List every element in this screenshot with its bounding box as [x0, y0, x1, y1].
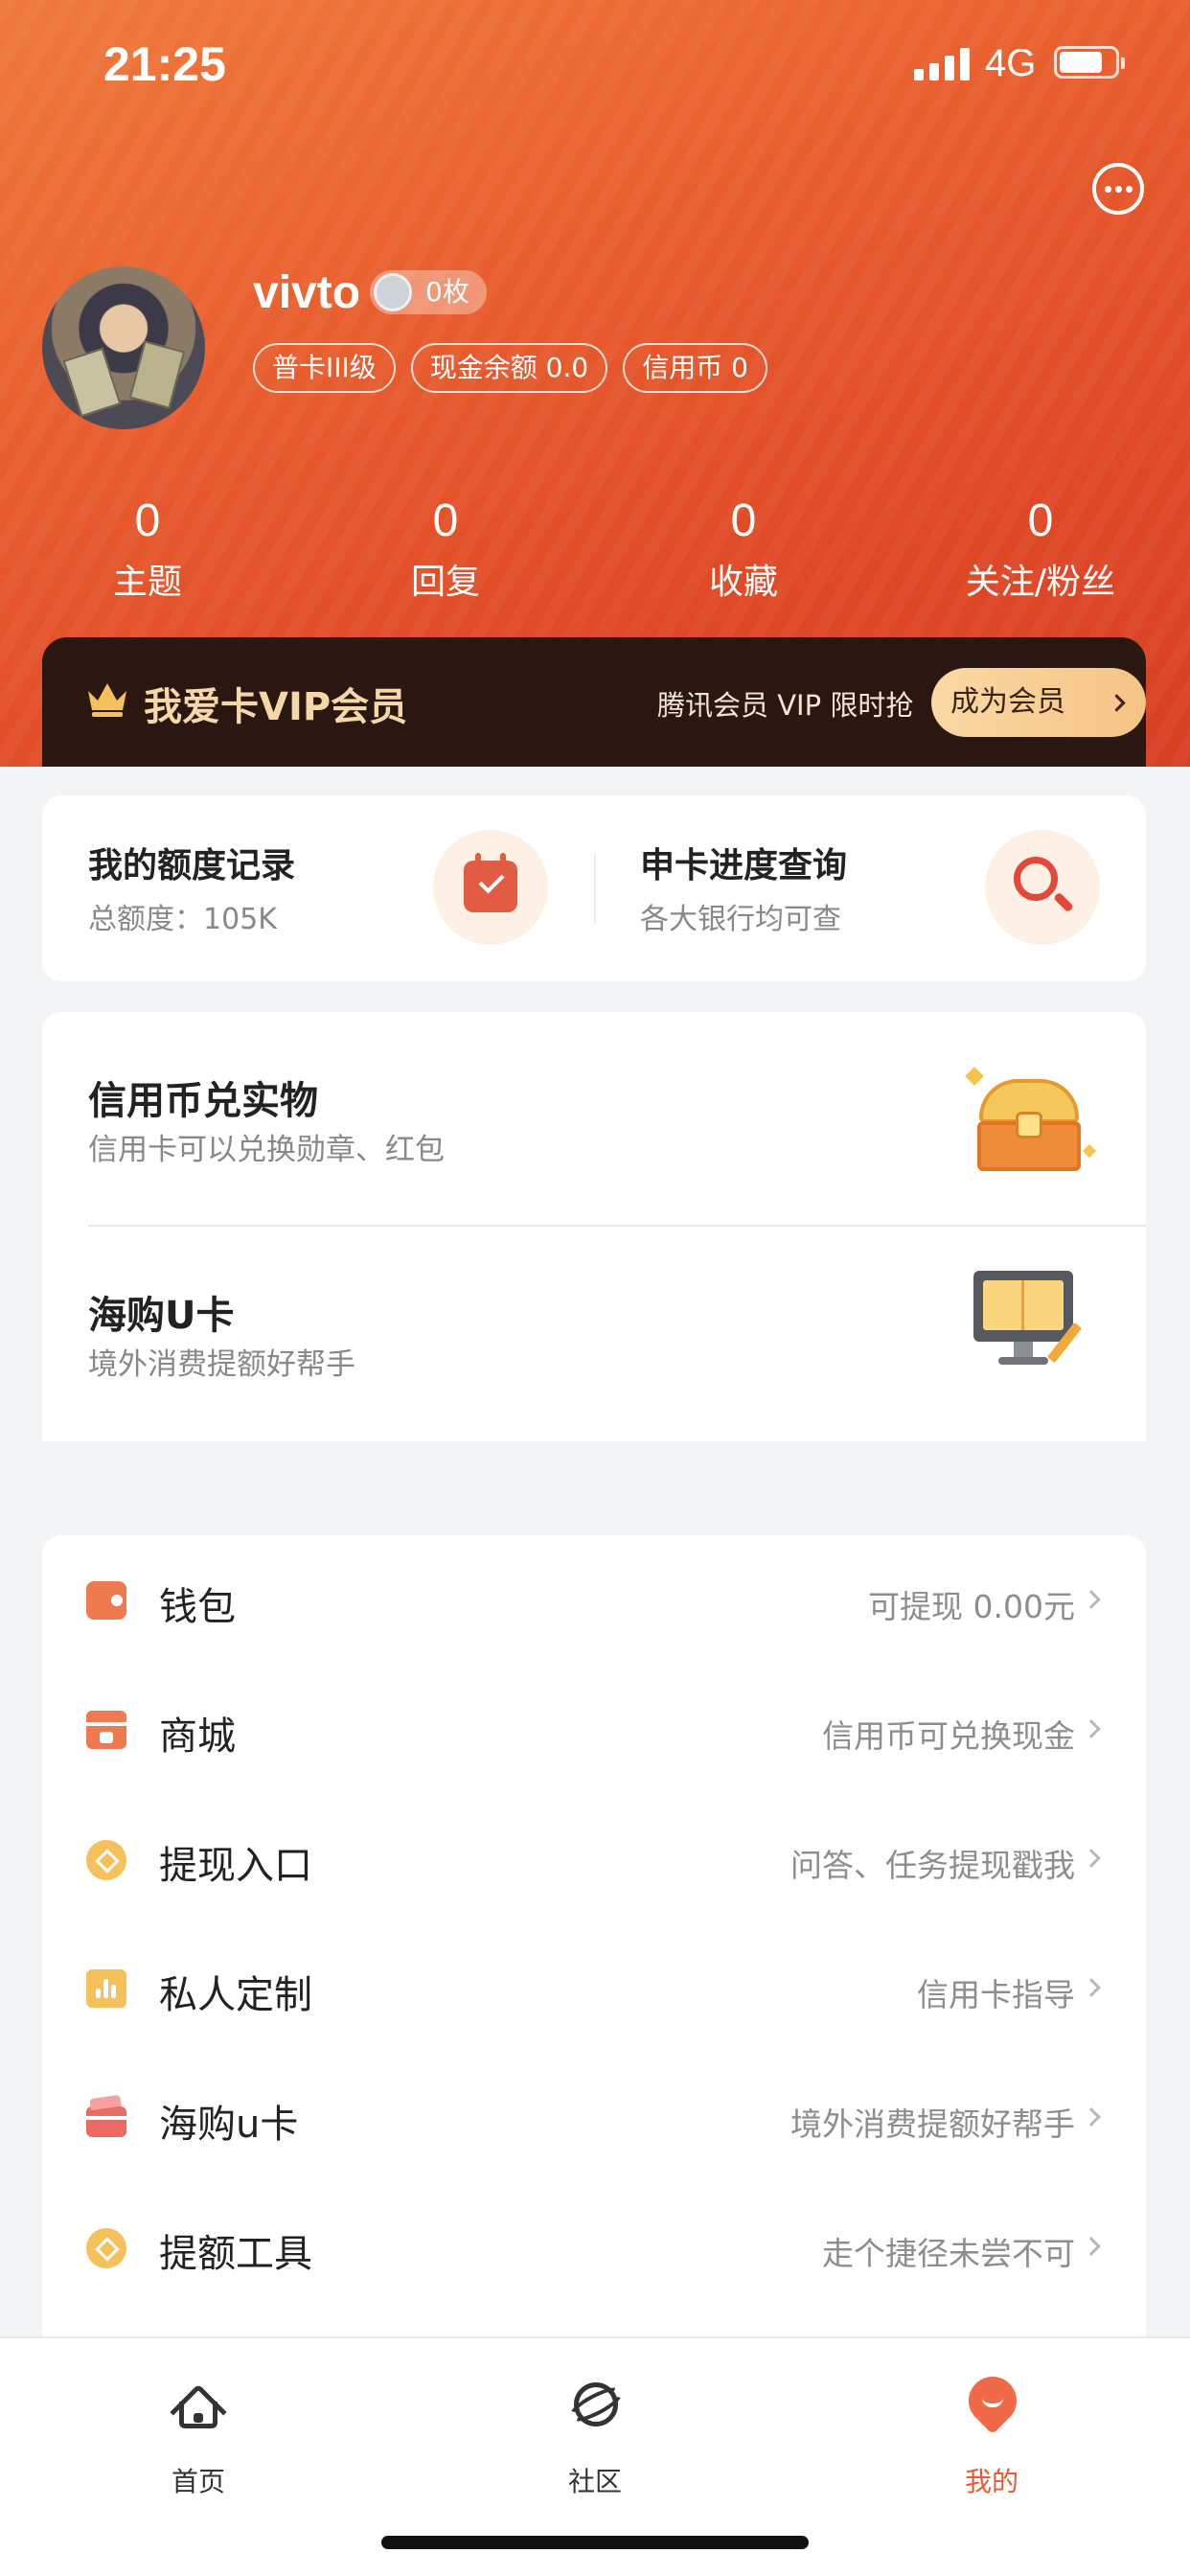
credit-coin-tag[interactable]: 信用币 0	[623, 343, 767, 393]
menu-item-wallet[interactable]: 钱包 可提现 0.00元	[42, 1535, 1146, 1665]
stat-value: 0	[432, 495, 459, 546]
calendar-check-icon	[433, 830, 548, 945]
crown-icon	[88, 683, 126, 717]
stat-favorites[interactable]: 0 收藏	[629, 494, 858, 604]
quick-title: 申卡进度查询	[640, 846, 848, 886]
quick-subtitle: 各大银行均可查	[640, 903, 841, 936]
username[interactable]: vivto	[253, 266, 360, 319]
vip-banner[interactable]: 我爱卡VIP会员 腾讯会员 VIP 限时抢 成为会员	[42, 637, 1146, 767]
tab-me[interactable]: 我的	[915, 2359, 1068, 2503]
tab-label: 社区	[567, 2466, 622, 2497]
tab-label: 我的	[964, 2466, 1018, 2497]
stat-topics[interactable]: 0 主题	[33, 494, 263, 604]
coin-icon	[86, 1840, 126, 1880]
battery-icon	[1054, 46, 1125, 79]
level-tag[interactable]: 普卡III级	[253, 343, 396, 393]
menu-hint: 信用币可兑换现金	[822, 1717, 1075, 1755]
menu-item-custom[interactable]: 私人定制 信用卡指导	[42, 1923, 1146, 2053]
menu-item-limit-tool[interactable]: 提额工具 走个捷径未尝不可	[42, 2182, 1146, 2312]
tab-home[interactable]: 首页	[122, 2359, 275, 2503]
vip-title: 我爱卡VIP会员	[144, 685, 408, 729]
bar-chart-icon	[86, 1969, 126, 2008]
menu-hint: 信用卡指导	[917, 1976, 1075, 2013]
menu-hint: 境外消费提额好帮手	[790, 2105, 1075, 2143]
menu-list: 钱包 可提现 0.00元 商城 信用币可兑换现金 提现入口 问答、任务提现戳我 …	[42, 1535, 1146, 2336]
tab-label: 首页	[171, 2466, 225, 2497]
stat-value: 0	[730, 495, 757, 546]
signal-icon	[914, 46, 970, 80]
tab-community[interactable]: 社区	[518, 2359, 672, 2503]
menu-label: 私人定制	[159, 1973, 312, 2017]
menu-label: 海购u卡	[159, 2103, 299, 2147]
home-indicator[interactable]	[381, 2536, 809, 2549]
promo-item-credit-exchange[interactable]: 信用币兑实物 信用卡可以兑换勋章、红包	[42, 1012, 1146, 1223]
coin-badge[interactable]: 0枚	[370, 270, 487, 314]
home-icon	[170, 2380, 227, 2441]
menu-hint: 走个捷径未尝不可	[822, 2235, 1075, 2272]
stat-label: 关注/粉丝	[965, 563, 1116, 602]
become-member-button[interactable]: 成为会员	[931, 668, 1146, 737]
quick-title: 我的额度记录	[88, 846, 296, 886]
menu-label: 提额工具	[159, 2232, 312, 2276]
menu-item-shop[interactable]: 商城 信用币可兑换现金	[42, 1665, 1146, 1794]
shop-icon	[86, 1711, 126, 1749]
medal-icon	[374, 273, 412, 311]
status-bar: 21:25 4G	[0, 0, 1190, 134]
menu-hint: 问答、任务提现戳我	[790, 1847, 1075, 1884]
menu-hint: 可提现 0.00元	[868, 1588, 1075, 1625]
chevron-right-icon	[1082, 1849, 1101, 1868]
me-icon	[958, 2366, 1027, 2435]
wallet-icon	[86, 1581, 126, 1620]
chevron-right-icon	[1082, 1590, 1101, 1609]
coin-badge-label: 0枚	[425, 276, 469, 308]
planet-icon	[564, 2380, 628, 2430]
avatar[interactable]	[42, 266, 205, 429]
stat-replies[interactable]: 0 回复	[331, 494, 561, 604]
promo-title: 海购U卡	[88, 1294, 235, 1338]
profile-tags: 普卡III级 现金余额 0.0 信用币 0	[253, 343, 767, 393]
menu-item-overseas-card[interactable]: 海购u卡 境外消费提额好帮手	[42, 2053, 1146, 2182]
chevron-right-icon	[1082, 2237, 1101, 2256]
chevron-right-icon	[1082, 2107, 1101, 2127]
network-type: 4G	[985, 42, 1037, 84]
stat-label: 回复	[410, 563, 480, 602]
stat-value: 0	[1027, 495, 1054, 546]
menu-item-withdraw[interactable]: 提现入口 问答、任务提现戳我	[42, 1794, 1146, 1923]
stat-follows-fans[interactable]: 0 关注/粉丝	[926, 494, 1156, 604]
profile-stats: 0 主题 0 回复 0 收藏 0 关注/粉丝	[0, 494, 1190, 610]
stat-value: 0	[134, 495, 161, 546]
quota-record-item[interactable]: 我的额度记录 总额度：105K	[42, 795, 594, 981]
cash-balance-tag[interactable]: 现金余额 0.0	[410, 343, 608, 393]
monitor-book-icon	[973, 1271, 1085, 1367]
stat-label: 主题	[112, 563, 182, 602]
menu-label: 商城	[159, 1714, 236, 1759]
status-time: 21:25	[103, 37, 226, 91]
message-icon[interactable]	[1092, 163, 1144, 215]
chevron-right-icon	[1082, 1978, 1101, 1997]
coin-icon	[86, 2228, 126, 2268]
chevron-right-icon	[1082, 1719, 1101, 1738]
promo-card: 信用币兑实物 信用卡可以兑换勋章、红包 海购U卡 境外消费提额好帮手	[42, 1012, 1146, 1441]
promo-subtitle: 信用卡可以兑换勋章、红包	[88, 1133, 445, 1167]
quick-actions-card: 我的额度记录 总额度：105K 申卡进度查询 各大银行均可查	[42, 795, 1146, 981]
card-icon	[86, 2106, 126, 2137]
stat-label: 收藏	[708, 563, 778, 602]
quick-subtitle: 总额度：105K	[88, 903, 277, 936]
vip-subtitle: 腾讯会员 VIP 限时抢	[657, 689, 914, 722]
application-progress-item[interactable]: 申卡进度查询 各大银行均可查	[594, 795, 1146, 981]
promo-subtitle: 境外消费提额好帮手	[88, 1347, 355, 1382]
promo-title: 信用币兑实物	[88, 1079, 318, 1123]
treasure-chest-icon	[965, 1067, 1097, 1175]
menu-label: 提现入口	[159, 1844, 312, 1888]
menu-label: 钱包	[159, 1585, 236, 1629]
magnifier-icon	[985, 830, 1100, 945]
